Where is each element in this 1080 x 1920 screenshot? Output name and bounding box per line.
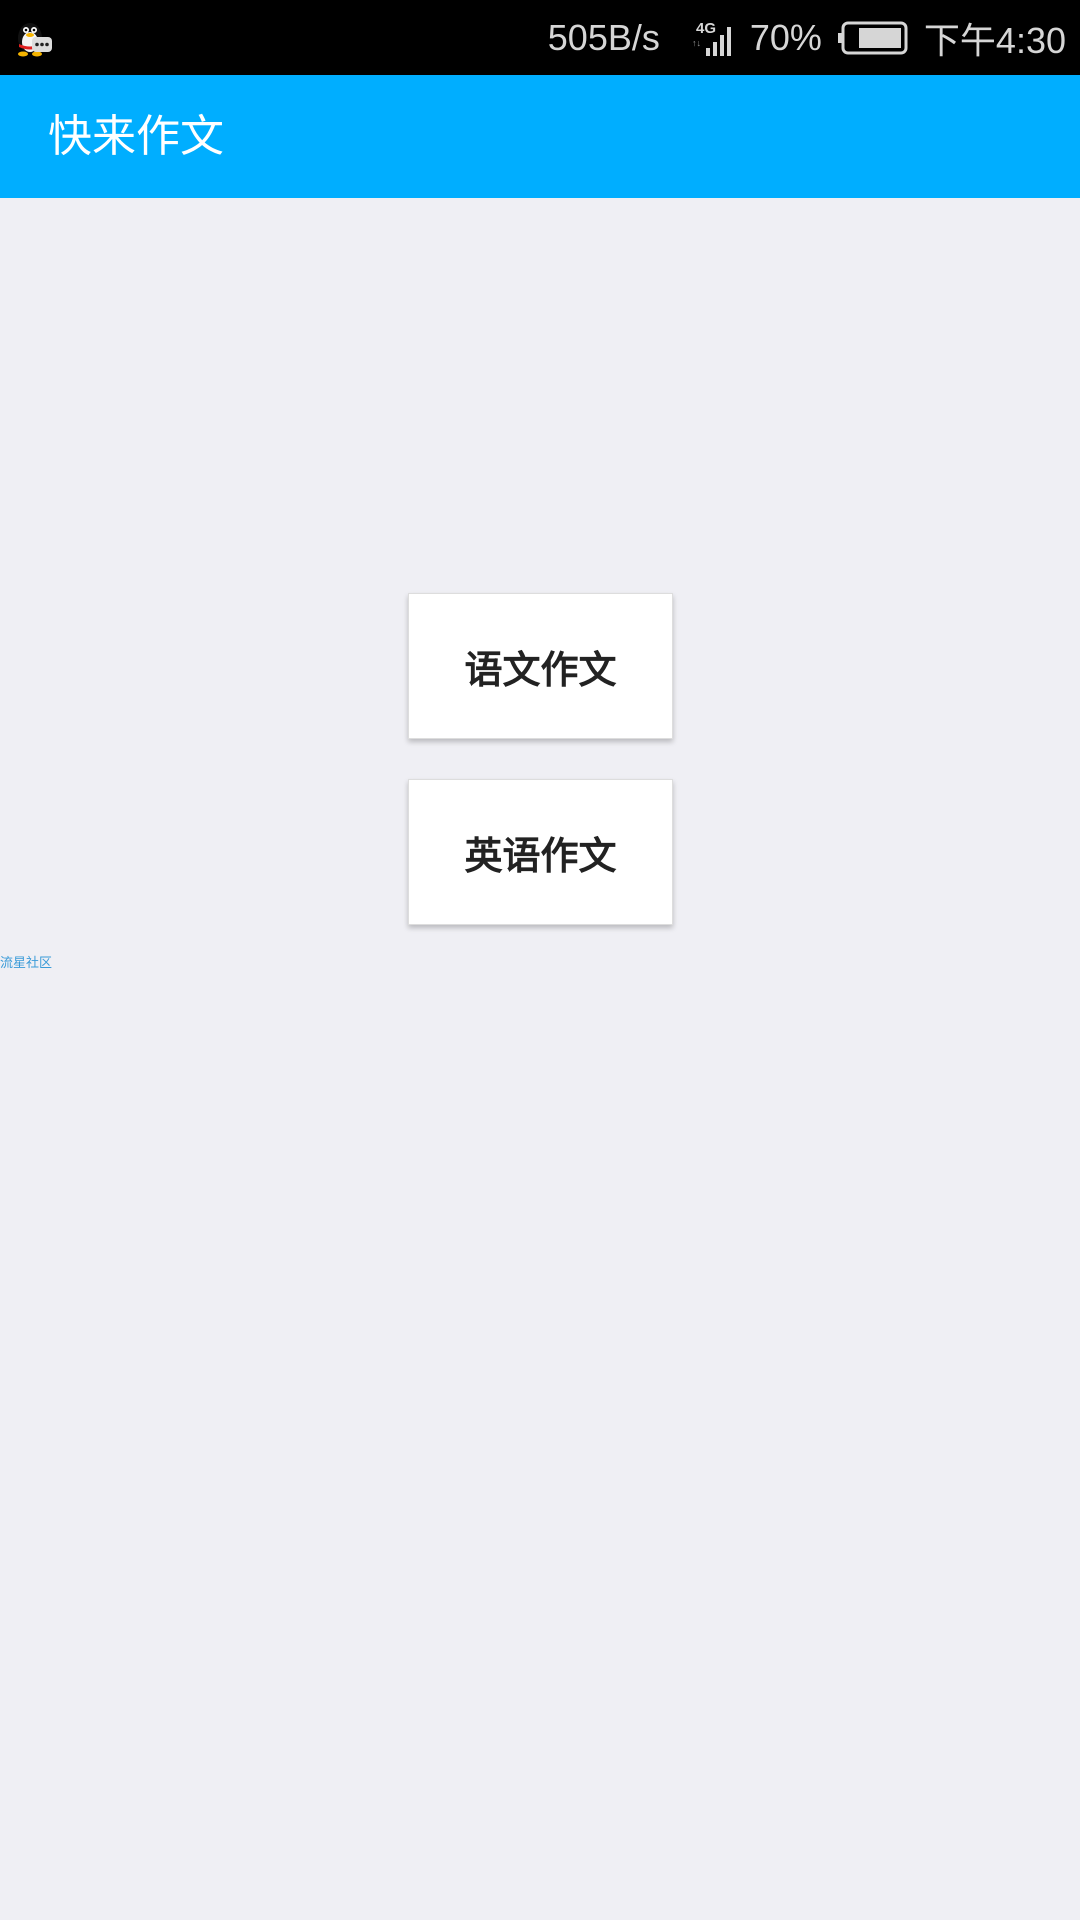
signal-4g-icon: 4G ↑↓ — [692, 20, 731, 56]
english-essay-button[interactable]: 英语作文 — [408, 779, 673, 925]
network-speed: 505B/s — [547, 16, 660, 58]
app-title: 快来作文 — [48, 111, 224, 162]
qq-penguin-icon — [18, 23, 52, 57]
status-indicators: 505B/s 4G ↑↓ 70% 下午4:30 — [548, 0, 1066, 75]
svg-text:↑↓: ↑↓ — [692, 38, 701, 48]
battery-icon — [837, 21, 908, 54]
chinese-essay-button[interactable]: 语文作文 — [408, 593, 673, 739]
network-type: 4G — [696, 20, 716, 37]
watermark-text: 流星社区 — [0, 956, 53, 971]
app-bar: 快来作文 — [0, 75, 1080, 198]
clock: 下午4:30 — [923, 19, 1066, 61]
status-bar: 505B/s 4G ↑↓ 70% 下午4:30 — [0, 0, 1080, 75]
battery-percent: 70% — [749, 16, 822, 58]
